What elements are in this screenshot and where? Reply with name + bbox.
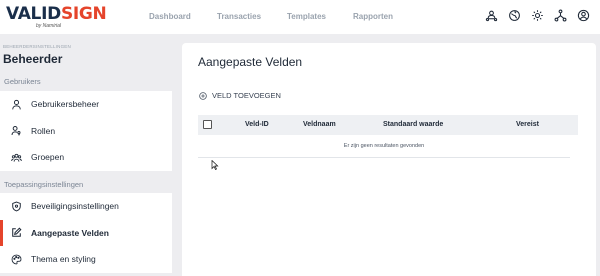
empty-results-message: Er zijn geen resultaten gevonden bbox=[198, 135, 570, 158]
logo-tagline: by Namirial bbox=[36, 23, 62, 29]
page-title: Beheerder bbox=[3, 52, 63, 66]
sidebar-group-gebruikers: Gebruikersbeheer Rollen Groepen bbox=[0, 91, 172, 171]
sidebar-item-label: Gebruikersbeheer bbox=[31, 99, 100, 110]
nav-templates[interactable]: Templates bbox=[287, 12, 326, 21]
sidebar-item-label: Aangepaste Velden bbox=[31, 227, 109, 238]
sidebar-item-label: Groepen bbox=[31, 152, 65, 163]
column-header-vereist[interactable]: Vereist bbox=[516, 121, 539, 128]
plus-circle-icon bbox=[199, 91, 207, 100]
sidebar-item-rollen[interactable]: Rollen bbox=[0, 118, 172, 145]
user-key-icon bbox=[11, 126, 21, 136]
column-header-standaard-waarde[interactable]: Standaard waarde bbox=[383, 121, 443, 128]
nav-transacties[interactable]: Transacties bbox=[217, 12, 261, 21]
sidebar-item-thema-en-styling[interactable]: Thema en styling bbox=[0, 246, 172, 273]
add-field-button[interactable]: VELD TOEVOEGEN bbox=[199, 91, 281, 100]
account-icon[interactable] bbox=[577, 9, 590, 22]
sidebar-item-label: Thema en styling bbox=[31, 254, 96, 265]
sidebar-item-groepen[interactable]: Groepen bbox=[0, 144, 172, 171]
add-field-label: VELD TOEVOEGEN bbox=[212, 91, 281, 100]
section-label-gebruikers: Gebruikers bbox=[4, 77, 41, 86]
logo-wordmark: VALIDSIGN bbox=[6, 4, 107, 24]
shield-icon bbox=[12, 201, 21, 212]
sidebar-group-toepassingsinstellingen: Beveiligingsinstellingen Aangepaste Veld… bbox=[0, 193, 172, 273]
validsign-logo[interactable]: VALIDSIGN by Namirial bbox=[6, 5, 107, 31]
sidebar-item-aangepaste-velden[interactable]: Aangepaste Velden bbox=[0, 219, 172, 246]
globe-icon[interactable] bbox=[508, 9, 521, 22]
card-title: Aangepaste Velden bbox=[198, 55, 303, 69]
sidebar-item-gebruikersbeheer[interactable]: Gebruikersbeheer bbox=[0, 91, 172, 118]
user-icon bbox=[12, 99, 21, 110]
hierarchy-icon[interactable] bbox=[554, 9, 567, 22]
sidebar-item-label: Rollen bbox=[31, 125, 56, 136]
nav-rapporten[interactable]: Rapporten bbox=[353, 12, 393, 21]
sidebar-item-beveiligingsinstellingen[interactable]: Beveiligingsinstellingen bbox=[0, 193, 172, 220]
users-network-icon[interactable] bbox=[485, 9, 498, 22]
column-header-veld-id[interactable]: Veld-ID bbox=[245, 121, 269, 128]
edit-icon bbox=[12, 227, 22, 238]
group-icon bbox=[11, 153, 22, 162]
select-all-checkbox[interactable] bbox=[203, 120, 212, 129]
custom-fields-card: Aangepaste Velden VELD TOEVOEGEN Veld-ID… bbox=[182, 43, 596, 276]
palette-icon bbox=[11, 254, 22, 265]
sun-icon[interactable] bbox=[531, 9, 544, 22]
sidebar-item-label: Beveiligingsinstellingen bbox=[31, 201, 119, 212]
mouse-cursor-icon bbox=[211, 160, 219, 170]
table-header: Veld-ID Veldnaam Standaard waarde Vereis… bbox=[198, 115, 578, 135]
section-label-toepassingsinstellingen: Toepassingsinstellingen bbox=[4, 180, 84, 189]
nav-dashboard[interactable]: Dashboard bbox=[149, 12, 191, 21]
column-header-veldnaam[interactable]: Veldnaam bbox=[303, 121, 336, 128]
breadcrumb: BEHEERDERSINSTELLINGEN bbox=[3, 44, 71, 49]
top-bar: VALIDSIGN by Namirial Dashboard Transact… bbox=[0, 0, 600, 34]
